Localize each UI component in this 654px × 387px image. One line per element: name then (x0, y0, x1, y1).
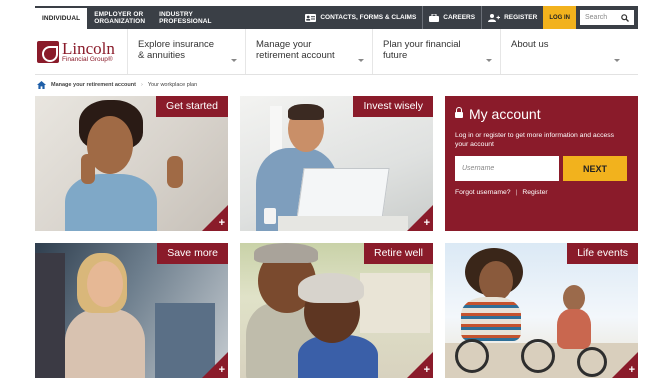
nav-about-us[interactable]: About us (500, 29, 628, 74)
breadcrumb-parent[interactable]: Manage your retirement account (51, 82, 136, 88)
my-account-title: My account (469, 106, 541, 122)
chevron-down-icon (231, 59, 237, 62)
chevron-down-icon (486, 59, 492, 62)
tile-life-events-label: Life events (567, 243, 638, 264)
nav-manage-retirement[interactable]: Manage your retirement account (245, 29, 372, 74)
logo-subtitle: Financial Group® (62, 55, 113, 63)
contact-card-icon (305, 13, 317, 22)
nav-explore-insurance[interactable]: Explore insurance & annuities (127, 29, 245, 74)
username-input[interactable] (455, 156, 559, 181)
link-separator: | (515, 189, 518, 196)
tile-get-started-label: Get started (156, 96, 228, 117)
breadcrumb-separator-icon: › (140, 82, 143, 88)
briefcase-icon (429, 13, 440, 22)
tile-invest-wisely-label: Invest wisely (353, 96, 433, 117)
plus-icon: + (423, 217, 430, 229)
plus-icon: + (218, 217, 225, 229)
my-account-description: Log in or register to get more informati… (455, 132, 615, 148)
careers-link[interactable]: CAREERS (422, 6, 481, 29)
tab-individual[interactable]: INDIVIDUAL (35, 6, 88, 29)
search-input[interactable]: Search (580, 10, 634, 25)
register-link[interactable]: REGISTER (481, 6, 543, 29)
chevron-down-icon (358, 59, 364, 62)
breadcrumb-current: Your workplace plan (147, 82, 198, 88)
search-area: Search (576, 6, 638, 29)
tile-life-events[interactable]: Life events + (445, 243, 638, 378)
breadcrumb: Manage your retirement account › Your wo… (37, 80, 197, 90)
chevron-down-icon (614, 59, 620, 62)
search-icon[interactable] (621, 13, 629, 22)
plus-icon: + (423, 364, 430, 376)
my-account-panel: My account Log in or register to get mor… (445, 96, 638, 231)
next-button[interactable]: NEXT (563, 156, 627, 181)
tile-retire-well-label: Retire well (363, 243, 433, 264)
tile-invest-wisely[interactable]: Invest wisely + (240, 96, 433, 231)
logo-name: Lincoln (62, 38, 115, 58)
lincoln-logo[interactable]: Lincoln Financial Group® (35, 29, 127, 74)
plus-icon: + (628, 364, 635, 376)
main-nav: Lincoln Financial Group® Explore insuran… (35, 29, 638, 75)
plus-icon: + (218, 364, 225, 376)
lock-icon (455, 106, 463, 119)
add-user-icon (488, 13, 501, 22)
tab-industry-professional[interactable]: INDUSTRY PROFESSIONAL (152, 6, 218, 29)
home-icon[interactable] (37, 81, 46, 89)
tile-get-started[interactable]: Get started + (35, 96, 228, 231)
login-button[interactable]: LOG IN (543, 6, 576, 29)
forgot-username-link[interactable]: Forgot username? (455, 189, 511, 196)
tab-employer-organization[interactable]: EMPLOYER OR ORGANIZATION (87, 6, 152, 29)
nav-plan-financial-future[interactable]: Plan your financial future (372, 29, 500, 74)
register-account-link[interactable]: Register (522, 189, 547, 196)
lincoln-logo-icon (37, 40, 59, 63)
top-utility-bar: INDIVIDUAL EMPLOYER OR ORGANIZATION INDUS… (35, 6, 638, 29)
tile-save-more-label: Save more (157, 243, 228, 264)
contacts-forms-claims-link[interactable]: CONTACTS, FORMS & CLAIMS (299, 6, 422, 29)
tile-save-more[interactable]: Save more + (35, 243, 228, 378)
tile-retire-well[interactable]: Retire well + (240, 243, 433, 378)
